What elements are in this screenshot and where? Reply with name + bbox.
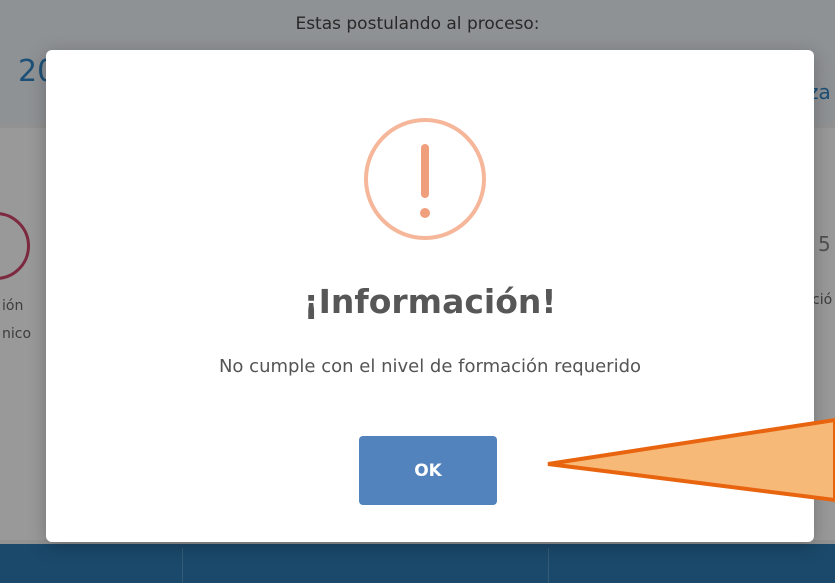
ok-button[interactable]: OK (359, 436, 497, 505)
exclamation-dot (420, 208, 430, 218)
screen: Estas postulando al proceso: 20 za ión n… (0, 0, 835, 583)
dialog-title: ¡Información! (303, 282, 557, 321)
dialog-message: No cumple con el nivel de formación requ… (218, 356, 642, 377)
info-dialog: ¡Información! No cumple con el nivel de … (46, 50, 814, 542)
exclamation-bar (421, 144, 429, 198)
exclamation-icon (364, 118, 486, 240)
